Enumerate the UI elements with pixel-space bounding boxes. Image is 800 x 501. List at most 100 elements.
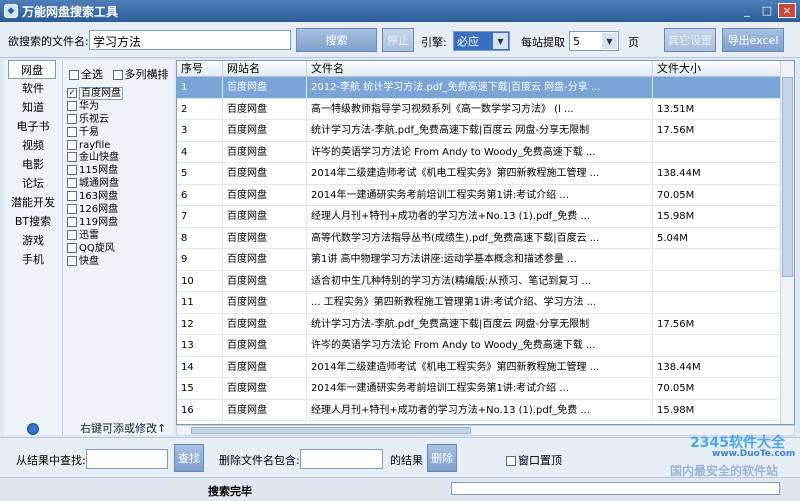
engine-select[interactable]: 必应 ▼: [453, 31, 510, 51]
cell-filename: 许岑的英语学习方法论 From Andy to Woody_免费高速下载 ...: [307, 335, 653, 356]
site-item[interactable]: 163网盘: [63, 191, 174, 204]
scroll-thumb[interactable]: [191, 427, 471, 434]
table-body: 1 百度网盘 2012-李航 统计学习方法.pdf_免费高速下载|百度云 网盘-分享…: [177, 77, 794, 421]
table-row[interactable]: 7 百度网盘 经理人月刊+特刊+成功者的学习方法+No.13 (1).pdf_免费 …: [177, 206, 794, 228]
category-item[interactable]: 知道: [4, 98, 62, 117]
table-row[interactable]: 2 百度网盘 高一特级教师指导学习视频系列《高一数学学习方法》 (l ... 13.5…: [177, 98, 794, 120]
category-item[interactable]: 游戏: [4, 231, 62, 250]
progress-bar: [451, 482, 780, 495]
category-item[interactable]: 潜能开发: [4, 193, 62, 212]
category-item[interactable]: 手机: [4, 250, 62, 269]
category-item[interactable]: 软件: [4, 79, 62, 98]
cell-filename: 统计学习方法-李航.pdf_免费高速下载|百度云 网盘-分享无限制: [307, 120, 653, 141]
pin-window-checkbox[interactable]: [506, 456, 516, 466]
info-icon[interactable]: [27, 423, 39, 435]
site-label: 千易: [79, 126, 99, 138]
site-checkbox[interactable]: [67, 100, 77, 111]
site-item[interactable]: 快盘: [63, 255, 174, 269]
table-row[interactable]: 4 百度网盘 许岑的英语学习方法论 From Andy to Woody_免费高速下…: [177, 141, 794, 163]
category-item[interactable]: 论坛: [4, 174, 62, 193]
site-checkbox[interactable]: ✓: [67, 88, 77, 98]
table-row[interactable]: 16 百度网盘 经理人月刊+特刊+成功者的学习方法+No.13 (1).pdf_免费…: [177, 399, 794, 421]
site-checkbox[interactable]: [67, 242, 77, 253]
table-row[interactable]: 11 百度网盘... 工程实务》第四新教程施工管理第1讲:考试介绍、学习方法 ..…: [177, 292, 794, 314]
table-row[interactable]: 10 百度网盘 适合初中生几种特别的学习方法(精编版:从预习、笔记到复习 ...: [177, 270, 794, 292]
site-item[interactable]: 126网盘: [63, 204, 174, 217]
cell-filesize: 70.05M: [653, 184, 781, 205]
site-checkbox[interactable]: [67, 178, 77, 189]
delete-button[interactable]: 删除: [427, 444, 457, 472]
category-item[interactable]: 视频: [4, 136, 62, 155]
site-item[interactable]: 金山快盘: [63, 152, 174, 165]
table-row[interactable]: 15 百度网盘 2014年一建通研实务考前培训工程实务第1讲:考试介绍 ... 70.…: [177, 378, 794, 400]
table-row[interactable]: 14 百度网盘 2014年二级建造师考试《机电工程实务》第四新教程施工管理 ... 1…: [177, 356, 794, 378]
cell-filesize: 138.44M: [653, 356, 781, 377]
filename-input[interactable]: 学习方法: [89, 30, 291, 50]
site-checkbox[interactable]: [67, 126, 77, 137]
site-checkbox[interactable]: [67, 229, 77, 240]
category-list: 网盘 软件 知道 电子书 视频 电影 论坛 潜能开发 BT搜索 游戏 手机: [4, 60, 62, 435]
column-index[interactable]: 序号: [177, 61, 223, 76]
site-item[interactable]: 华为: [63, 100, 174, 114]
close-button[interactable]: ×: [778, 3, 796, 18]
cell-filesize: [653, 335, 781, 356]
minimize-button[interactable]: _: [738, 3, 756, 18]
site-checkbox[interactable]: [67, 139, 77, 150]
site-checkbox[interactable]: [67, 113, 77, 124]
site-item[interactable]: 115网盘: [63, 165, 174, 178]
other-settings-button[interactable]: 其它设置: [664, 28, 716, 52]
site-item[interactable]: QQ旋风: [63, 242, 174, 256]
table-row[interactable]: 3 百度网盘 统计学习方法-李航.pdf_免费高速下载|百度云 网盘-分享无限制 17…: [177, 120, 794, 142]
column-site[interactable]: 网站名: [223, 61, 307, 76]
column-filesize[interactable]: 文件大小: [653, 61, 781, 76]
site-item[interactable]: 千易: [63, 126, 174, 140]
engine-label: 引擎:: [421, 36, 447, 49]
vertical-scrollbar[interactable]: [780, 61, 794, 424]
site-checkbox[interactable]: [67, 216, 77, 227]
cell-index: 5: [177, 163, 223, 184]
table-row[interactable]: 5 百度网盘 2014年二级建造师考试《机电工程实务》第四新教程施工管理 ... 13…: [177, 163, 794, 185]
site-label: 乐视云: [79, 113, 109, 125]
per-site-select[interactable]: 5 ▼: [569, 31, 619, 51]
site-checkbox[interactable]: [67, 191, 77, 202]
category-item[interactable]: 网盘: [8, 60, 56, 79]
site-checkbox[interactable]: [67, 152, 77, 163]
cell-filename: 适合初中生几种特别的学习方法(精编版:从预习、笔记到复习 ...: [307, 270, 653, 291]
scroll-thumb[interactable]: [782, 77, 793, 277]
column-filename[interactable]: 文件名: [307, 61, 653, 76]
category-item[interactable]: 电子书: [4, 117, 62, 136]
table-row[interactable]: 9 百度网盘 第1讲 高中物理学习方法讲座:运动学基本概念和描述参量 ...: [177, 249, 794, 271]
site-item[interactable]: 城通网盘: [63, 178, 174, 191]
select-all-label: 全选: [81, 68, 103, 81]
cell-index: 12: [177, 313, 223, 334]
table-row[interactable]: 13 百度网盘 许岑的英语学习方法论 From Andy to Woody_免费高速…: [177, 335, 794, 357]
category-item[interactable]: BT搜索: [4, 212, 62, 231]
select-all-checkbox[interactable]: [69, 70, 79, 80]
table-row[interactable]: 8 百度网盘 高等代数学习方法指导丛书(成绩生).pdf_免费高速下载|百度云 ..…: [177, 227, 794, 249]
stop-button[interactable]: 停止: [382, 28, 414, 52]
site-item[interactable]: 119网盘: [63, 216, 174, 230]
delete-input[interactable]: [300, 449, 383, 469]
site-item[interactable]: 迅雷: [63, 229, 174, 243]
find-button[interactable]: 查找: [174, 444, 204, 472]
site-checkbox[interactable]: [67, 204, 77, 215]
export-excel-button[interactable]: 导出excel: [722, 28, 784, 52]
site-item[interactable]: ✓ 百度网盘: [63, 87, 174, 101]
maximize-button[interactable]: □: [758, 3, 776, 18]
search-button[interactable]: 搜索: [296, 28, 377, 52]
site-item[interactable]: rayfile: [63, 139, 174, 153]
table-row[interactable]: 12 百度网盘 统计学习方法-李航.pdf_免费高速下载|百度云 网盘-分享无限制 1…: [177, 313, 794, 335]
site-item[interactable]: 乐视云: [63, 113, 174, 127]
result-label: 的结果: [390, 454, 423, 467]
cell-index: 16: [177, 399, 223, 420]
site-checkbox[interactable]: [67, 165, 77, 176]
table-row[interactable]: 6 百度网盘 2014年一建通研实务考前培训工程实务第1讲:考试介绍 ... 70.0…: [177, 184, 794, 206]
watermark-safe-site: 国内最安全的软件站: [670, 464, 779, 478]
site-label: 126网盘: [79, 204, 119, 216]
site-checkbox[interactable]: [67, 255, 77, 266]
find-input[interactable]: [86, 449, 168, 469]
multi-row-checkbox[interactable]: [112, 70, 123, 80]
category-item[interactable]: 电影: [4, 155, 62, 174]
per-site-label: 每站提取: [521, 36, 565, 49]
table-row[interactable]: 1 百度网盘 2012-李航 统计学习方法.pdf_免费高速下载|百度云 网盘-分享…: [177, 77, 794, 99]
